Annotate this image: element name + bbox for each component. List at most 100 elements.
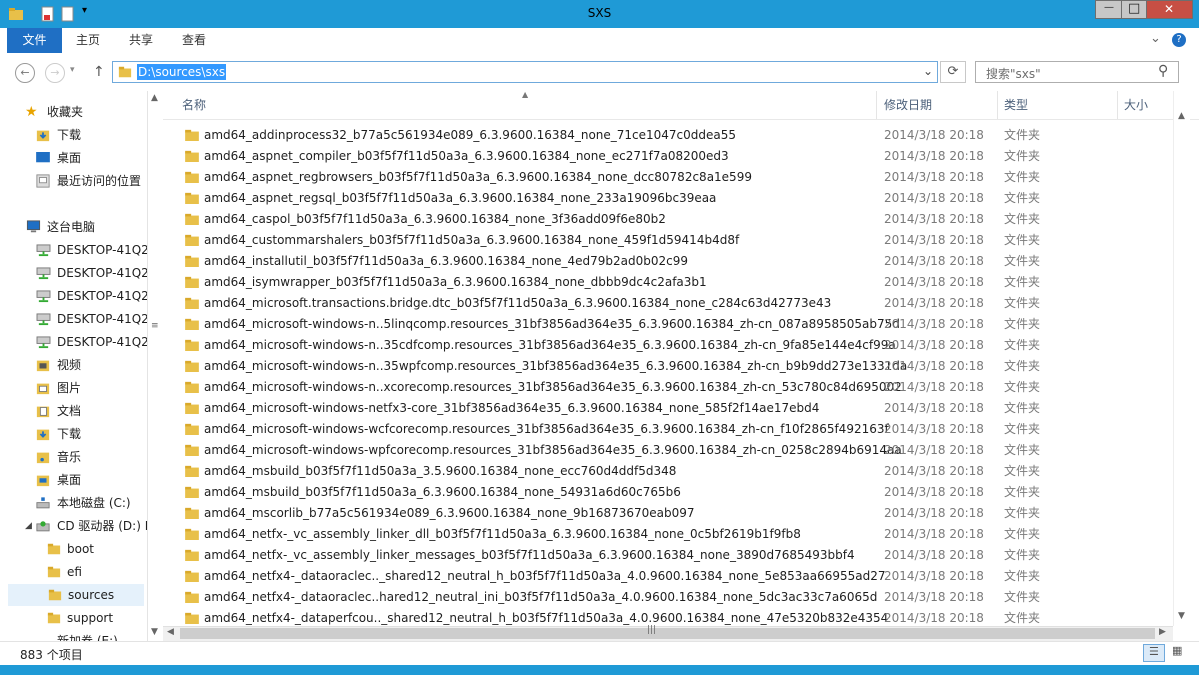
nav-item-network-pc[interactable]: DESKTOP-41Q2	[0, 331, 147, 353]
forward-button[interactable]: →	[45, 63, 65, 83]
column-header-date[interactable]: 修改日期	[884, 91, 994, 119]
search-icon[interactable]: ⚲	[1158, 63, 1168, 79]
help-icon[interactable]: ?	[1172, 33, 1186, 47]
column-header-name[interactable]: 名称	[182, 91, 872, 119]
nav-item-network-pc[interactable]: DESKTOP-41Q2	[0, 262, 147, 284]
search-input[interactable]: 搜索"sxs"	[986, 65, 1041, 82]
nav-label: support	[67, 611, 114, 625]
file-row[interactable]: amd64_installutil_b03f5f7f11d50a3a_6.3.9…	[163, 251, 1173, 272]
nav-this-pc[interactable]: 这台电脑	[0, 216, 147, 238]
file-row[interactable]: amd64_isymwrapper_b03f5f7f11d50a3a_6.3.9…	[163, 272, 1173, 293]
column-header-type[interactable]: 类型	[1004, 91, 1114, 119]
address-bar[interactable]: D:\sources\sxs ⌄	[112, 61, 938, 83]
nav-item-videos[interactable]: 视频	[0, 354, 147, 376]
nav-item-pictures[interactable]: 图片	[0, 377, 147, 399]
file-row[interactable]: amd64_microsoft-windows-wcfcorecomp.reso…	[163, 419, 1173, 440]
nav-item-drive-c[interactable]: 本地磁盘 (C:)	[0, 492, 147, 514]
horizontal-scrollbar[interactable]: ◀ ||| ▶	[163, 625, 1173, 641]
nav-item-support[interactable]: support	[0, 607, 147, 629]
nav-label: DESKTOP-41Q2	[57, 335, 147, 349]
scroll-up-icon[interactable]: ▲	[151, 93, 158, 103]
file-date: 2014/3/18 20:18	[884, 443, 984, 457]
file-row[interactable]: amd64_microsoft.transactions.bridge.dtc_…	[163, 293, 1173, 314]
column-divider[interactable]	[876, 91, 877, 119]
column-divider[interactable]	[1117, 91, 1118, 119]
file-row[interactable]: amd64_aspnet_regbrowsers_b03f5f7f11d50a3…	[163, 167, 1173, 188]
nav-item-drive-e[interactable]: 新加卷 (E:)	[0, 630, 147, 641]
nav-item-downloads[interactable]: 下载	[0, 124, 147, 146]
large-icons-view-button[interactable]: ▦	[1167, 644, 1189, 662]
recent-locations-icon[interactable]: ▾	[70, 65, 75, 75]
nav-scrollbar[interactable]: ▲ ≡ ▼	[147, 91, 163, 641]
nav-item-desktop[interactable]: 桌面	[0, 147, 147, 169]
file-type: 文件夹	[1004, 422, 1041, 436]
close-button[interactable]: ✕	[1146, 0, 1193, 19]
file-row[interactable]: amd64_microsoft-windows-wpfcorecomp.reso…	[163, 440, 1173, 461]
file-row[interactable]: amd64_addinprocess32_b77a5c561934e089_6.…	[163, 125, 1173, 146]
search-box[interactable]: 搜索"sxs" ⚲	[975, 61, 1179, 83]
nav-item-boot[interactable]: boot	[0, 538, 147, 560]
file-type: 文件夹	[1004, 317, 1041, 331]
nav-item-sources[interactable]: sources	[8, 584, 144, 606]
scroll-thumb-grip-icon[interactable]: ≡	[151, 321, 159, 331]
minimize-button[interactable]: —	[1095, 0, 1122, 19]
file-row[interactable]: amd64_netfx4-_dataoraclec..hared12_neutr…	[163, 587, 1173, 608]
nav-item-music[interactable]: 音乐	[0, 446, 147, 468]
file-row[interactable]: amd64_msbuild_b03f5f7f11d50a3a_3.5.9600.…	[163, 461, 1173, 482]
nav-item-efi[interactable]: efi	[0, 561, 147, 583]
file-row[interactable]: amd64_custommarshalers_b03f5f7f11d50a3a_…	[163, 230, 1173, 251]
file-row[interactable]: amd64_microsoft-windows-n..35wpfcomp.res…	[163, 356, 1173, 377]
nav-favorites[interactable]: ★ 收藏夹	[0, 101, 147, 123]
file-row[interactable]: amd64_netfx-_vc_assembly_linker_dll_b03f…	[163, 524, 1173, 545]
address-dropdown-icon[interactable]: ⌄	[923, 64, 933, 78]
file-type: 文件夹	[1004, 485, 1041, 499]
file-type: 文件夹	[1004, 338, 1041, 352]
back-button[interactable]: ←	[15, 63, 35, 83]
tab-file[interactable]: 文件	[7, 28, 62, 53]
nav-item-downloads-lib[interactable]: 下载	[0, 423, 147, 445]
nav-label: 新加卷 (E:)	[57, 634, 118, 641]
file-row[interactable]: amd64_netfx-_vc_assembly_linker_messages…	[163, 545, 1173, 566]
tab-view[interactable]: 查看	[174, 28, 214, 53]
nav-item-drive-d[interactable]: ◢ CD 驱动器 (D:) I	[0, 515, 147, 537]
refresh-button[interactable]: ⟳	[940, 61, 966, 83]
column-divider[interactable]	[997, 91, 998, 119]
nav-item-documents[interactable]: 文档	[0, 400, 147, 422]
details-view-button[interactable]: ☰	[1143, 644, 1165, 662]
folder-icon	[185, 318, 199, 330]
file-row[interactable]: amd64_aspnet_regsql_b03f5f7f11d50a3a_6.3…	[163, 188, 1173, 209]
scroll-up-icon[interactable]: ▲	[1178, 111, 1185, 121]
column-header-size[interactable]: 大小	[1124, 91, 1164, 119]
file-row[interactable]: amd64_mscorlib_b77a5c561934e089_6.3.9600…	[163, 503, 1173, 524]
file-row[interactable]: amd64_microsoft-windows-n..xcorecomp.res…	[163, 377, 1173, 398]
scroll-left-icon[interactable]: ◀	[167, 627, 174, 637]
file-row[interactable]: amd64_caspol_b03f5f7f11d50a3a_6.3.9600.1…	[163, 209, 1173, 230]
scrollbar-thumb[interactable]: |||	[180, 625, 1155, 639]
nav-item-network-pc[interactable]: DESKTOP-41Q2	[0, 308, 147, 330]
file-row[interactable]: amd64_msbuild_b03f5f7f11d50a3a_6.3.9600.…	[163, 482, 1173, 503]
ribbon-expand-icon[interactable]: ⌄	[1150, 31, 1161, 46]
nav-item-network-pc[interactable]: DESKTOP-41Q2	[0, 239, 147, 261]
tab-home[interactable]: 主页	[68, 28, 108, 53]
file-row[interactable]: amd64_netfx4-_dataoraclec.._shared12_neu…	[163, 566, 1173, 587]
tab-share[interactable]: 共享	[121, 28, 161, 53]
scroll-down-icon[interactable]: ▼	[1178, 611, 1185, 621]
folder-icon	[185, 423, 199, 435]
up-arrow-icon[interactable]: ↑	[93, 64, 105, 80]
folder-icon	[185, 360, 199, 372]
file-date: 2014/3/18 20:18	[884, 149, 984, 163]
scroll-right-icon[interactable]: ▶	[1159, 627, 1166, 637]
file-row[interactable]: amd64_microsoft-windows-netfx3-core_31bf…	[163, 398, 1173, 419]
nav-item-network-pc[interactable]: DESKTOP-41Q2	[0, 285, 147, 307]
maximize-button[interactable]: □	[1121, 0, 1147, 19]
expand-arrow-icon[interactable]: ◢	[25, 515, 32, 537]
file-name: amd64_netfx-_vc_assembly_linker_messages…	[204, 548, 855, 562]
scroll-down-icon[interactable]: ▼	[151, 627, 158, 637]
nav-item-recent[interactable]: 最近访问的位置	[0, 170, 147, 192]
file-row[interactable]: amd64_microsoft-windows-n..35cdfcomp.res…	[163, 335, 1173, 356]
nav-item-desktop-lib[interactable]: 桌面	[0, 469, 147, 491]
vertical-scrollbar[interactable]: ▲ ▼	[1173, 91, 1190, 626]
address-path[interactable]: D:\sources\sxs	[137, 64, 227, 80]
file-row[interactable]: amd64_microsoft-windows-n..5linqcomp.res…	[163, 314, 1173, 335]
file-row[interactable]: amd64_aspnet_compiler_b03f5f7f11d50a3a_6…	[163, 146, 1173, 167]
